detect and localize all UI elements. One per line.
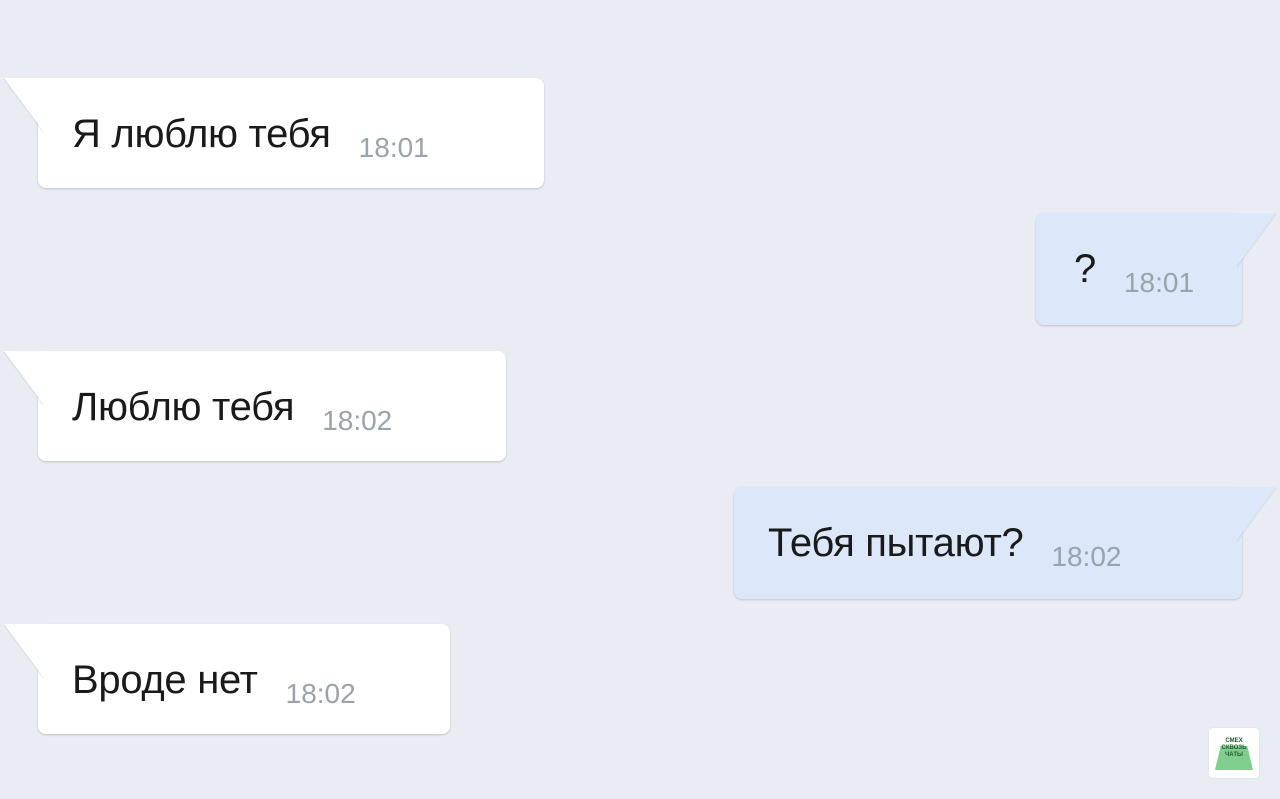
outgoing-message[interactable]: ? 18:01 [1036, 213, 1276, 325]
incoming-message[interactable]: Люблю тебя 18:02 [4, 351, 506, 461]
bubble-tail [4, 78, 44, 132]
bubble-tail [1236, 487, 1276, 541]
bubble-tail [1236, 213, 1276, 267]
watermark-line: СМЕХ [1225, 738, 1243, 744]
message-text: Люблю тебя [72, 385, 295, 429]
message-time: 18:02 [285, 678, 356, 709]
message-time: 18:02 [322, 405, 393, 436]
message-time: 18:01 [358, 132, 429, 163]
watermark-line: ЧАТЫ [1225, 752, 1243, 758]
message-text: Я люблю тебя [72, 112, 331, 156]
message-text: ? [1074, 247, 1096, 291]
watermark-line: СКВОЗЬ [1221, 745, 1247, 751]
message-time: 18:01 [1123, 267, 1195, 298]
bubble-tail [4, 351, 44, 405]
incoming-message[interactable]: Вроде нет 18:02 [4, 624, 450, 734]
message-time: 18:02 [1051, 541, 1122, 572]
chat-history[interactable]: Я люблю тебя 18:01 ? 18:01 Люблю тебя 18… [0, 0, 1280, 799]
bubble-tail [4, 624, 44, 678]
incoming-message[interactable]: Я люблю тебя 18:01 [4, 78, 544, 188]
outgoing-message[interactable]: Тебя пытают? 18:02 [734, 487, 1276, 599]
message-text: Тебя пытают? [768, 521, 1024, 565]
message-text: Вроде нет [72, 658, 258, 702]
watermark-logo: СМЕХ СКВОЗЬ ЧАТЫ [1209, 728, 1259, 778]
watermark-text: СМЕХ СКВОЗЬ ЧАТЫ [1209, 738, 1259, 759]
